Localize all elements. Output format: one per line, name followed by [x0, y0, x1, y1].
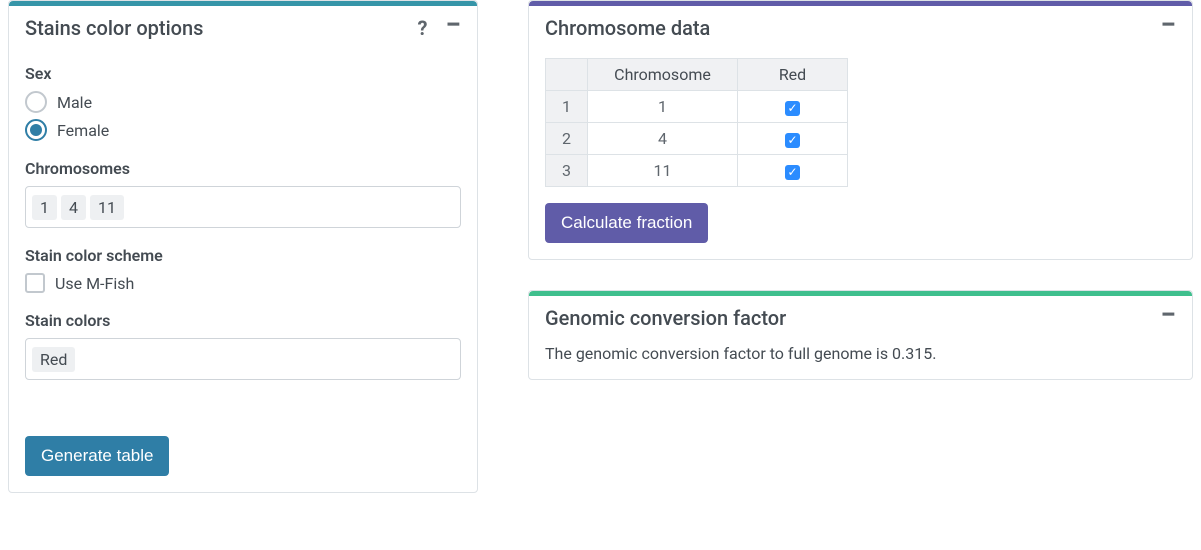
chromosomes-input[interactable]: 1 4 11	[25, 186, 461, 228]
sex-female-label: Female	[57, 121, 109, 140]
mfish-label: Use M-Fish	[55, 274, 134, 293]
collapse-icon[interactable]: −	[1160, 11, 1176, 39]
sex-male-row[interactable]: Male	[25, 91, 461, 113]
genomic-factor-card: Genomic conversion factor − The genomic …	[528, 290, 1193, 380]
genomic-factor-title: Genomic conversion factor	[545, 306, 1160, 330]
header-red: Red	[738, 59, 848, 91]
calculate-fraction-button[interactable]: Calculate fraction	[545, 203, 708, 243]
chrom-tag[interactable]: 11	[90, 195, 124, 220]
table-row: 2 4 ✓	[546, 123, 848, 155]
row-index: 1	[546, 91, 588, 123]
stain-colors-label: Stain colors	[25, 311, 461, 330]
stains-title: Stains color options	[25, 16, 418, 40]
mfish-row[interactable]: Use M-Fish	[25, 273, 461, 293]
chromosome-table: Chromosome Red 1 1 ✓ 2 4 ✓ 3	[545, 58, 848, 187]
table-header-row: Chromosome Red	[546, 59, 848, 91]
collapse-icon[interactable]: −	[445, 11, 461, 39]
radio-icon	[25, 91, 47, 113]
checkbox-checked-icon[interactable]: ✓	[785, 165, 800, 180]
chromosome-data-title: Chromosome data	[545, 16, 1160, 40]
header-chromosome: Chromosome	[588, 59, 738, 91]
checkbox-checked-icon[interactable]: ✓	[785, 133, 800, 148]
generate-table-button[interactable]: Generate table	[25, 436, 169, 476]
stains-card: Stains color options ? − Sex Male Female…	[8, 0, 478, 493]
chromosome-data-card: Chromosome data − Chromosome Red 1 1 ✓	[528, 0, 1193, 260]
help-icon[interactable]: ?	[418, 18, 428, 38]
row-chrom: 4	[588, 123, 738, 155]
genomic-factor-text: The genomic conversion factor to full ge…	[545, 344, 1176, 363]
checkbox-checked-icon[interactable]: ✓	[785, 101, 800, 116]
chrom-tag[interactable]: 4	[61, 195, 86, 220]
header-index	[546, 59, 588, 91]
row-index: 3	[546, 155, 588, 187]
chrom-tag[interactable]: 1	[32, 195, 57, 220]
collapse-icon[interactable]: −	[1160, 301, 1176, 329]
checkbox-icon	[25, 273, 45, 293]
row-index: 2	[546, 123, 588, 155]
radio-checked-icon	[25, 119, 47, 141]
row-chrom: 1	[588, 91, 738, 123]
stain-color-tag[interactable]: Red	[32, 347, 75, 372]
table-row: 1 1 ✓	[546, 91, 848, 123]
scheme-label: Stain color scheme	[25, 246, 461, 265]
stain-colors-input[interactable]: Red	[25, 338, 461, 380]
row-chrom: 11	[588, 155, 738, 187]
table-row: 3 11 ✓	[546, 155, 848, 187]
sex-male-label: Male	[57, 93, 92, 112]
chromosomes-label: Chromosomes	[25, 159, 461, 178]
sex-label: Sex	[25, 64, 461, 83]
sex-female-row[interactable]: Female	[25, 119, 461, 141]
